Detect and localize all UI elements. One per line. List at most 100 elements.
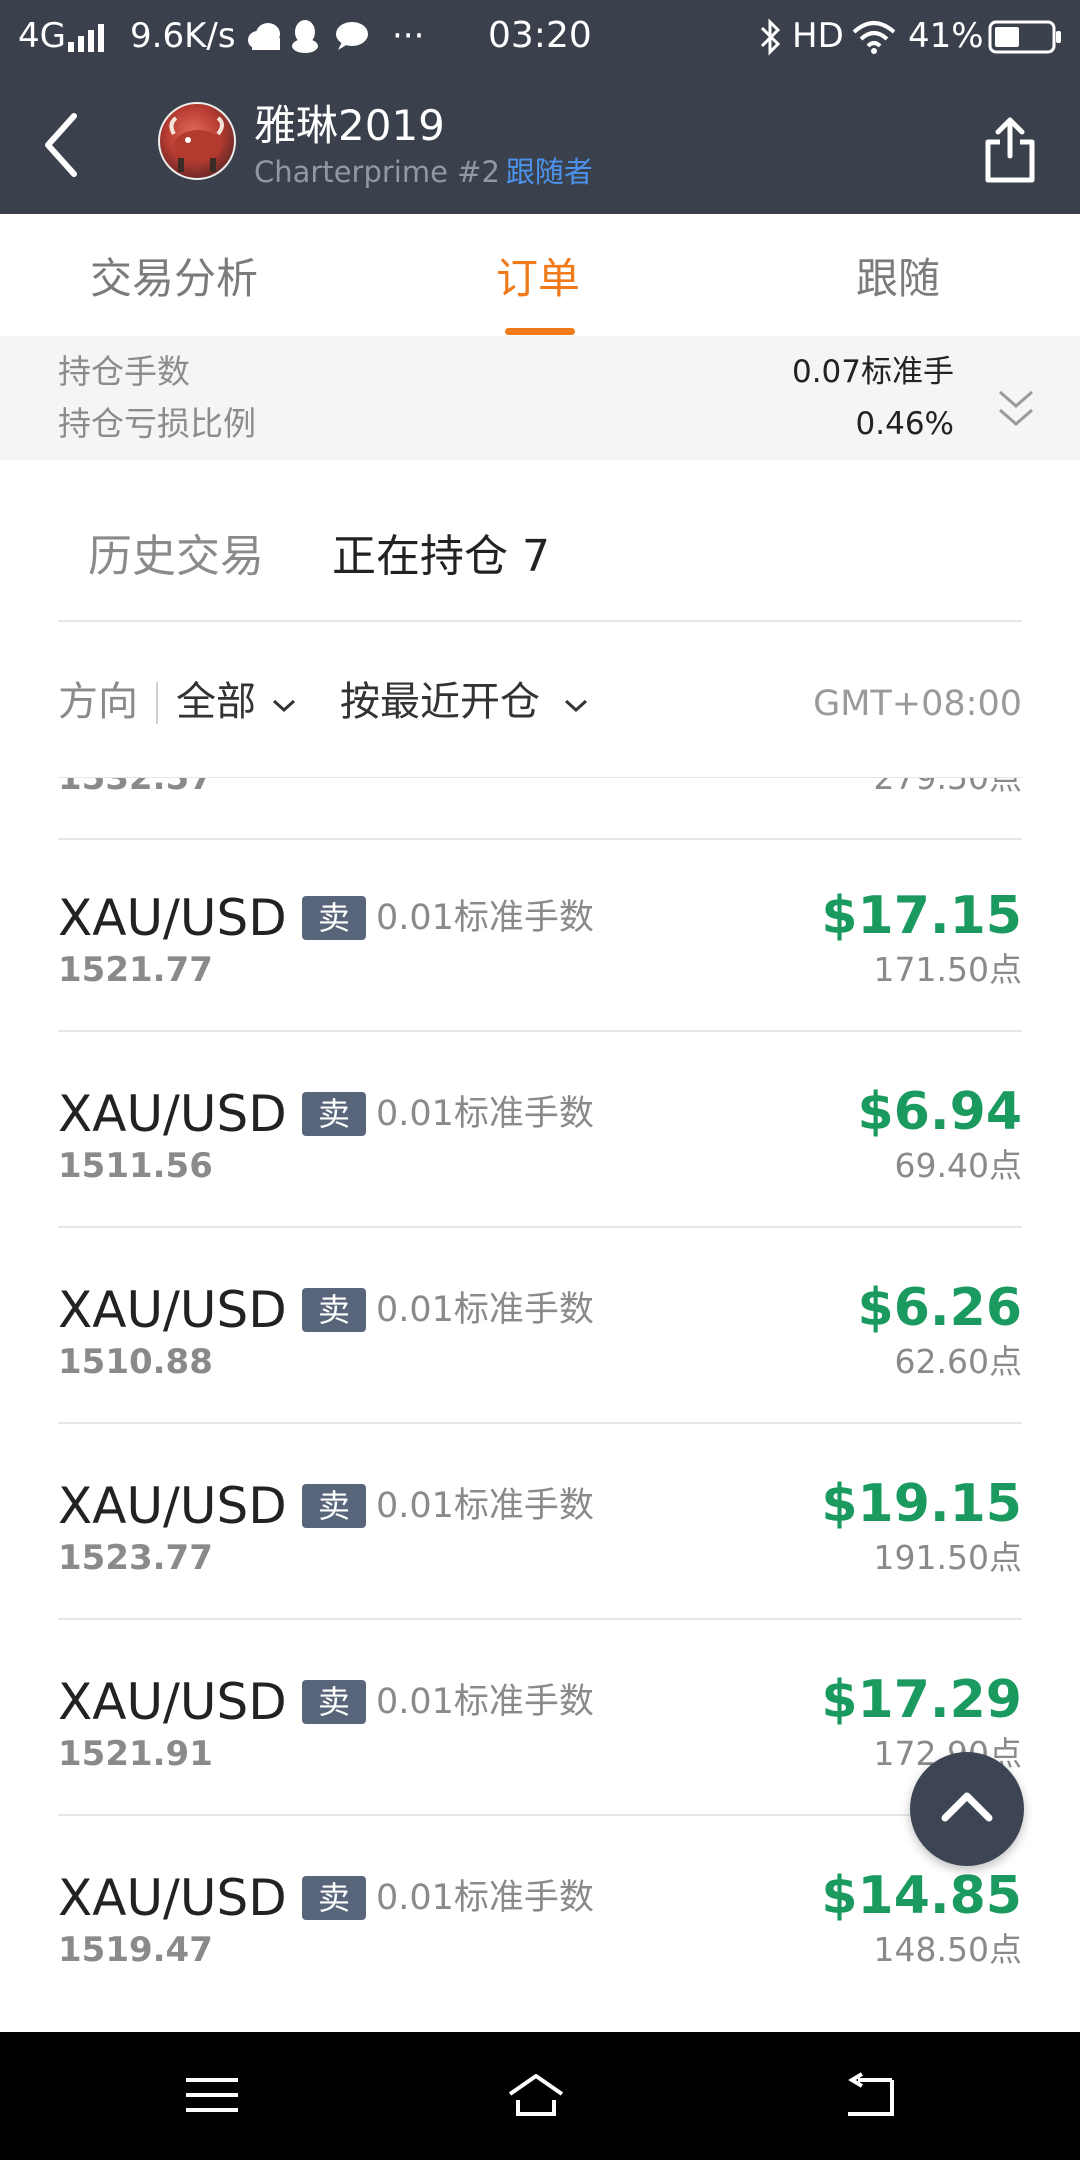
message-icon (336, 22, 368, 50)
row-divider (58, 1422, 1022, 1424)
sell-badge: 卖 (302, 1484, 366, 1528)
cloud-icon (248, 23, 280, 50)
row-divider (58, 1814, 1022, 1816)
avatar-image (169, 116, 224, 172)
order-profit: $17.29 (821, 1670, 1022, 1730)
bluetooth-icon (760, 18, 781, 56)
open-price: 1510.88 (58, 1342, 213, 1382)
position-lots-value: 0.07标准手 (791, 354, 954, 390)
position-summary[interactable]: 持仓手数 0.07标准手 持仓亏损比例 0.46% (0, 336, 1080, 460)
order-row[interactable]: XAU/USD 卖 0.01标准手数 1521.77 $17.15 171.50… (0, 856, 1080, 1052)
position-pl-value: 0.46% (855, 406, 954, 442)
tab-trade-analysis[interactable]: 交易分析 (90, 254, 258, 304)
order-row[interactable]: XAU/USD 卖 0.01标准手数 1523.77 $19.15 191.50… (0, 1444, 1080, 1640)
wifi-icon (852, 21, 896, 54)
direction-value: 全部 (176, 679, 256, 725)
open-price: 1521.77 (58, 950, 213, 990)
home-icon[interactable] (506, 2070, 566, 2120)
subtab-open-positions[interactable]: 正在持仓 7 (332, 530, 550, 584)
profit-points: 69.40点 (894, 1146, 1022, 1185)
order-lots: 0.01标准手数 (376, 1094, 594, 1134)
chevron-down-icon[interactable] (564, 698, 588, 714)
broker-info: Charterprime #2 跟随者 (254, 154, 593, 190)
system-nav-bar (0, 2032, 1080, 2160)
status-bar: 4G 9.6K/s ··· 03:20 HD 41% (0, 0, 1080, 72)
follower-role[interactable]: 跟随者 (506, 155, 593, 189)
menu-icon[interactable] (182, 2070, 242, 2120)
order-lots: 0.01标准手数 (376, 1878, 594, 1918)
position-pl-label: 持仓亏损比例 (58, 404, 256, 443)
chevron-down-icon[interactable] (272, 698, 296, 714)
open-price: 1532.57 (58, 778, 213, 798)
sort-value: 按最近开仓 (340, 679, 540, 725)
order-row[interactable]: XAU/USD 卖 0.01标准手数 1511.56 $6.94 69.40点 (0, 1052, 1080, 1248)
order-profit: $6.94 (857, 1082, 1022, 1142)
order-profit: $17.15 (821, 886, 1022, 946)
order-lots: 0.01标准手数 (376, 898, 594, 938)
order-lots: 0.01标准手数 (376, 1682, 594, 1722)
order-symbol: XAU/USD (58, 1869, 287, 1927)
user-name: 雅琳2019 (254, 101, 445, 150)
hd-indicator: HD (792, 16, 844, 56)
sell-badge: 卖 (302, 1092, 366, 1136)
position-lots-label: 持仓手数 (58, 352, 190, 391)
app-header: 雅琳2019 Charterprime #2 跟随者 (0, 72, 1080, 214)
row-divider (58, 838, 1022, 840)
order-symbol: XAU/USD (58, 1673, 287, 1731)
open-price: 1521.91 (58, 1734, 213, 1774)
network-type: 4G (18, 16, 66, 56)
profit-points: 148.50点 (873, 1930, 1022, 1969)
subtab-history[interactable]: 历史交易 (88, 530, 264, 584)
row-divider (58, 1030, 1022, 1032)
sell-badge: 卖 (302, 1288, 366, 1332)
back-icon[interactable] (40, 112, 84, 178)
row-divider (58, 1618, 1022, 1620)
order-lots: 0.01标准手数 (376, 1290, 594, 1330)
sell-badge: 卖 (302, 1876, 366, 1920)
share-icon[interactable] (982, 114, 1038, 184)
filter-bar: 方向 全部 按最近开仓 GMT+08:00 (0, 622, 1080, 779)
broker-account: Charterprime #2 (254, 155, 500, 189)
battery-icon (988, 20, 1061, 54)
profit-points: 191.50点 (873, 1538, 1022, 1577)
network-speed: 9.6K/s (130, 16, 236, 56)
order-symbol: XAU/USD (58, 1477, 287, 1535)
main-tabs: 交易分析 订单 跟随 (0, 214, 1080, 336)
clock: 03:20 (488, 15, 592, 56)
profit-points: 171.50点 (873, 950, 1022, 989)
battery-percent: 41% (908, 16, 984, 56)
return-icon[interactable] (838, 2070, 898, 2120)
open-price: 1519.47 (58, 1930, 213, 1970)
direction-dropdown[interactable]: 全部 (176, 678, 256, 726)
order-symbol: XAU/USD (58, 889, 287, 947)
order-profit: $19.15 (821, 1474, 1022, 1534)
active-tab-indicator (505, 328, 575, 335)
tab-follow[interactable]: 跟随 (856, 254, 940, 304)
filter-separator (156, 682, 158, 724)
open-price: 1523.77 (58, 1538, 213, 1578)
row-divider (58, 1226, 1022, 1228)
open-price: 1511.56 (58, 1146, 213, 1186)
chevron-up-icon (941, 1792, 993, 1822)
tab-orders[interactable]: 订单 (496, 254, 580, 304)
order-lots: 0.01标准手数 (376, 1486, 594, 1526)
qq-icon (292, 20, 318, 53)
avatar[interactable] (158, 102, 236, 180)
order-symbol: XAU/USD (58, 1085, 287, 1143)
order-profit: $14.85 (821, 1866, 1022, 1926)
profit-points: 279.50点 (874, 778, 1022, 798)
scroll-to-top-button[interactable] (910, 1752, 1024, 1866)
direction-label: 方向 (58, 679, 138, 725)
order-row[interactable]: XAU/USD 卖 0.01标准手数 1510.88 $6.26 62.60点 (0, 1248, 1080, 1444)
order-subtabs: 历史交易 正在持仓 7 (0, 460, 1080, 622)
order-profit: $6.26 (857, 1278, 1022, 1338)
more-notifications: ··· (392, 16, 425, 56)
timezone-label[interactable]: GMT+08:00 (813, 682, 1022, 726)
sort-dropdown[interactable]: 按最近开仓 (340, 678, 540, 726)
profit-points: 62.60点 (894, 1342, 1022, 1381)
sell-badge: 卖 (302, 1680, 366, 1724)
double-chevron-down-icon[interactable] (996, 386, 1036, 434)
order-symbol: XAU/USD (58, 1281, 287, 1339)
sell-badge: 卖 (302, 896, 366, 940)
order-row-partial[interactable]: 1532.57 279.50点 (0, 778, 1080, 856)
